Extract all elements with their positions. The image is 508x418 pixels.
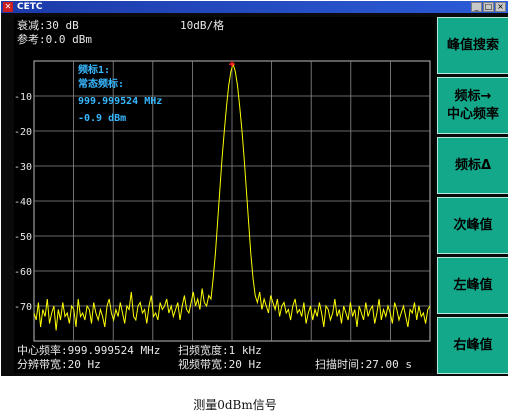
window-title: CETC — [17, 2, 43, 12]
y-tick-label: -20 — [14, 127, 32, 138]
reference-level-readout: 参考:0.0 dBm — [17, 33, 92, 46]
marker-level: -0.9 dBm — [78, 113, 127, 124]
y-tick-label: -30 — [14, 162, 32, 173]
y-tick-label: -40 — [14, 197, 32, 208]
softkey-label: 频标Δ — [454, 157, 492, 173]
marker-frequency: 999.999524 MHz — [78, 96, 163, 107]
softkey-panel: 峰值搜索 频标→ 中心频率 频标Δ 次峰值 左峰值 右峰值 — [437, 17, 508, 375]
peak-search-button[interactable]: 峰值搜索 — [437, 17, 508, 74]
next-peak-button[interactable]: 次峰值 — [437, 197, 508, 254]
softkey-label: 左峰值 — [453, 277, 493, 293]
marker-delta-button[interactable]: 频标Δ — [437, 137, 508, 194]
scale-readout: 10dB/格 — [180, 19, 225, 32]
y-tick-label: -70 — [14, 302, 32, 313]
attenuation-readout: 衰减:30 dB — [17, 19, 79, 32]
title-bar: ✕ CETC _ □ × — [1, 1, 508, 13]
minimize-button[interactable]: _ — [471, 2, 482, 12]
marker-name: 频标1: — [78, 65, 111, 76]
marker-mode: 常态频标: — [78, 79, 125, 90]
softkey-label: 频标→ — [454, 88, 492, 104]
maximize-button[interactable]: □ — [483, 2, 494, 12]
right-peak-button[interactable]: 右峰值 — [437, 317, 508, 374]
y-tick-label: -60 — [14, 267, 32, 278]
center-frequency-readout: 中心频率:999.999524 MHz — [17, 344, 161, 357]
app-icon: ✕ — [3, 2, 13, 12]
sweep-time-readout: 扫描时间:27.00 s — [315, 358, 412, 371]
left-peak-button[interactable]: 左峰值 — [437, 257, 508, 314]
analyzer-window: ✕ CETC _ □ × -10 -20 -30 -40 -50 -60 -70 衰减:30… — [1, 1, 508, 376]
softkey-label: 峰值搜索 — [446, 37, 499, 53]
y-tick-label: -10 — [14, 92, 32, 103]
span-readout: 扫频宽度:1 kHz — [178, 344, 262, 357]
softkey-label: 中心频率 — [446, 106, 499, 122]
rbw-readout: 分辨带宽:20 Hz — [17, 358, 101, 371]
softkey-label: 右峰值 — [453, 337, 493, 353]
spectrum-display: -10 -20 -30 -40 -50 -60 -70 衰减:30 dB 参考:0.0 dB… — [14, 17, 435, 373]
close-button[interactable]: × — [495, 2, 506, 12]
marker-to-center-button[interactable]: 频标→ 中心频率 — [437, 77, 508, 134]
softkey-label: 次峰值 — [453, 217, 493, 233]
vbw-readout: 视频带宽:20 Hz — [178, 358, 262, 371]
y-tick-label: -50 — [14, 232, 32, 243]
figure-caption: 测量0dBm信号 — [193, 398, 277, 412]
